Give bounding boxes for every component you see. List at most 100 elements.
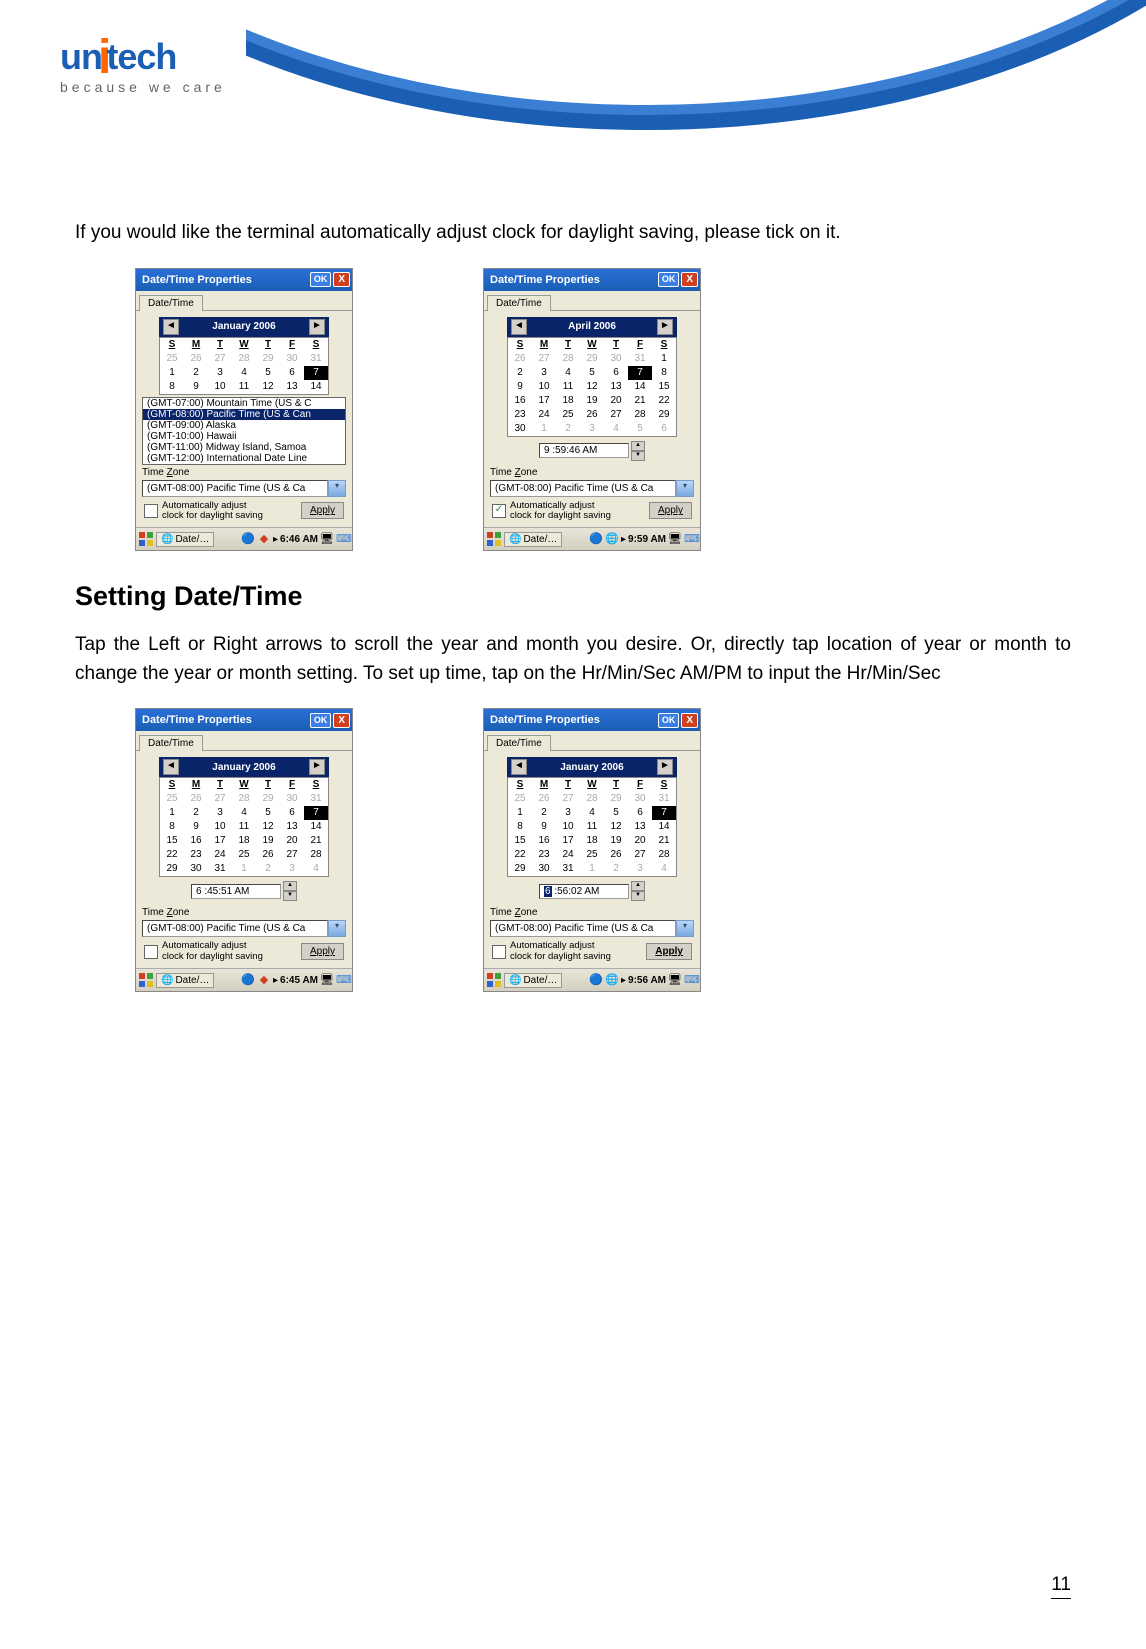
calendar-day[interactable]: 25	[160, 352, 184, 366]
calendar-day[interactable]: 7	[652, 806, 676, 820]
calendar-day[interactable]: 27	[532, 352, 556, 366]
calendar-day[interactable]: 7	[304, 806, 328, 820]
tray-icon[interactable]: ◆	[257, 532, 271, 546]
calendar-day[interactable]: 31	[628, 352, 652, 366]
month-label[interactable]: January 2006	[212, 762, 275, 773]
month-label[interactable]: April 2006	[568, 321, 616, 332]
calendar-day[interactable]: 12	[580, 380, 604, 394]
calendar-day[interactable]: 9	[508, 380, 532, 394]
calendar-day[interactable]: 5	[256, 366, 280, 380]
calendar-day[interactable]: 1	[580, 862, 604, 876]
calendar-day[interactable]: 19	[604, 834, 628, 848]
calendar-day[interactable]: 2	[556, 422, 580, 436]
calendar-day[interactable]: 11	[556, 380, 580, 394]
calendar-day[interactable]: 29	[508, 862, 532, 876]
timezone-dropdown[interactable]: (GMT-08:00) Pacific Time (US & Ca▾	[490, 920, 694, 937]
calendar-day[interactable]: 25	[556, 408, 580, 422]
calendar-day[interactable]: 6	[628, 806, 652, 820]
calendar-day[interactable]: 24	[532, 408, 556, 422]
calendar-day[interactable]: 8	[160, 380, 184, 394]
close-button[interactable]: X	[333, 272, 350, 287]
tray-icon[interactable]: 🔵	[241, 973, 255, 987]
dropdown-button[interactable]: ▾	[676, 480, 694, 497]
calendar-day[interactable]: 3	[532, 366, 556, 380]
calendar-day[interactable]: 23	[508, 408, 532, 422]
taskbar-clock[interactable]: 6:45 AM	[280, 975, 318, 986]
start-button[interactable]	[486, 972, 502, 988]
calendar-day[interactable]: 10	[556, 820, 580, 834]
calendar-day[interactable]: 9	[184, 380, 208, 394]
calendar-day[interactable]: 5	[628, 422, 652, 436]
calendar-day[interactable]: 14	[628, 380, 652, 394]
calendar-day[interactable]: 29	[580, 352, 604, 366]
tray-expand-icon[interactable]: ▸	[621, 534, 626, 545]
time-spinner[interactable]: ▲▼	[631, 441, 645, 461]
calendar-day[interactable]: 1	[160, 366, 184, 380]
calendar-day[interactable]: 1	[160, 806, 184, 820]
calendar-day[interactable]: 10	[208, 820, 232, 834]
calendar-day[interactable]: 7	[628, 366, 652, 380]
calendar-day[interactable]: 4	[232, 806, 256, 820]
dropdown-button[interactable]: ▾	[676, 920, 694, 937]
calendar-day[interactable]: 25	[232, 848, 256, 862]
calendar-day[interactable]: 28	[556, 352, 580, 366]
start-button[interactable]	[138, 972, 154, 988]
dst-checkbox[interactable]	[144, 945, 158, 959]
spin-up[interactable]: ▲	[631, 441, 645, 451]
calendar-day[interactable]: 14	[652, 820, 676, 834]
calendar-day[interactable]: 21	[304, 834, 328, 848]
desktop-icon[interactable]: 🖥	[668, 973, 682, 987]
time-input[interactable]: 6 :45:51 AM	[191, 884, 281, 899]
calendar-day[interactable]: 5	[604, 806, 628, 820]
calendar-day[interactable]: 31	[652, 792, 676, 806]
keyboard-icon[interactable]: ⌨	[684, 532, 698, 546]
calendar-day[interactable]: 12	[256, 380, 280, 394]
calendar-day[interactable]: 23	[532, 848, 556, 862]
dst-checkbox[interactable]	[144, 504, 158, 518]
timezone-option[interactable]: (GMT-12:00) International Date Line	[143, 453, 345, 464]
prev-month-button[interactable]: ◄	[511, 319, 527, 335]
calendar-day[interactable]: 14	[304, 380, 328, 394]
calendar-day[interactable]: 22	[508, 848, 532, 862]
timezone-option[interactable]: (GMT-11:00) Midway Island, Samoa	[143, 442, 345, 453]
calendar-day[interactable]: 25	[160, 792, 184, 806]
calendar-day[interactable]: 13	[280, 820, 304, 834]
apply-button[interactable]: Apply	[301, 943, 344, 960]
calendar-day[interactable]: 31	[304, 352, 328, 366]
calendar-day[interactable]: 16	[508, 394, 532, 408]
calendar-day[interactable]: 26	[184, 792, 208, 806]
desktop-icon[interactable]: 🖥	[320, 532, 334, 546]
calendar-day[interactable]: 29	[256, 792, 280, 806]
close-button[interactable]: X	[333, 713, 350, 728]
calendar-day[interactable]: 29	[604, 792, 628, 806]
calendar-day[interactable]: 9	[532, 820, 556, 834]
calendar-day[interactable]: 27	[208, 792, 232, 806]
dst-checkbox[interactable]	[492, 945, 506, 959]
calendar-day[interactable]: 16	[184, 834, 208, 848]
calendar-day[interactable]: 25	[508, 792, 532, 806]
calendar-day[interactable]: 4	[556, 366, 580, 380]
calendar-day[interactable]: 26	[532, 792, 556, 806]
calendar-day[interactable]: 12	[256, 820, 280, 834]
calendar-day[interactable]: 3	[208, 366, 232, 380]
prev-month-button[interactable]: ◄	[511, 759, 527, 775]
calendar-day[interactable]: 16	[532, 834, 556, 848]
ok-button[interactable]: OK	[310, 713, 332, 728]
calendar-day[interactable]: 30	[280, 352, 304, 366]
calendar-day[interactable]: 28	[232, 352, 256, 366]
start-button[interactable]	[486, 531, 502, 547]
next-month-button[interactable]: ►	[657, 759, 673, 775]
calendar-day[interactable]: 21	[628, 394, 652, 408]
tray-icon[interactable]: 🔵	[241, 532, 255, 546]
timezone-dropdown-list[interactable]: (GMT-07:00) Mountain Time (US & C(GMT-08…	[142, 397, 346, 465]
timezone-option[interactable]: (GMT-07:00) Mountain Time (US & C	[143, 398, 345, 409]
calendar-day[interactable]: 30	[184, 862, 208, 876]
time-input[interactable]: 6 :56:02 AM	[539, 884, 629, 899]
calendar-day[interactable]: 13	[628, 820, 652, 834]
calendar-day[interactable]: 10	[208, 380, 232, 394]
desktop-icon[interactable]: 🖥	[320, 973, 334, 987]
dst-checkbox-row[interactable]: Automatically adjust clock for daylight …	[144, 501, 263, 522]
tray-icon[interactable]: 🌐	[605, 973, 619, 987]
calendar-day[interactable]: 28	[652, 848, 676, 862]
calendar-day[interactable]: 20	[628, 834, 652, 848]
